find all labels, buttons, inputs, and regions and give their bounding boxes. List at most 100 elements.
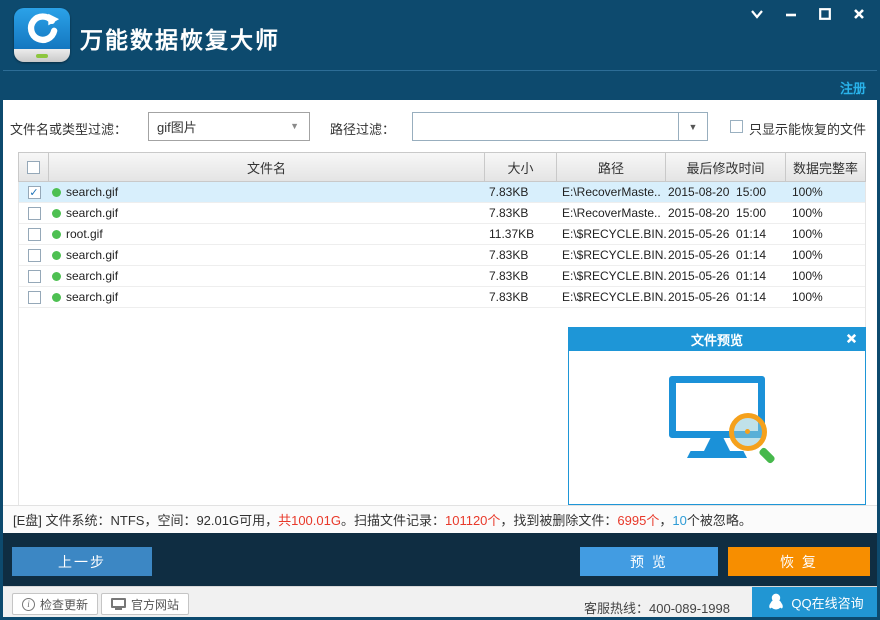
header-integrity[interactable]: 数据完整率 — [786, 153, 865, 181]
table-row[interactable]: search.gif7.83KBE:\RecoverMaste..2015-08… — [19, 203, 865, 224]
row-checkbox[interactable] — [28, 291, 41, 304]
status-segment: 。扫描文件记录： — [341, 513, 445, 528]
row-checkbox[interactable] — [28, 207, 41, 220]
path-filter-combobox: ▼ — [412, 112, 708, 141]
file-modified: 2015-08-20 15:00 — [668, 185, 766, 199]
window-controls — [746, 6, 870, 26]
minimize-button[interactable] — [780, 6, 802, 26]
file-path: E:\$RECYCLE.BIN.. — [562, 248, 666, 262]
status-bar: [E盘] 文件系统：NTFS，空间：92.01G可用，共100.01G。扫描文件… — [3, 505, 877, 533]
type-filter-select[interactable]: gif图片 ▼ — [148, 112, 310, 141]
status-segment: 6995个 — [617, 513, 659, 528]
title-bar: 万能数据恢复大师 — [0, 0, 880, 70]
file-integrity: 100% — [792, 269, 823, 283]
monitor-base — [687, 451, 747, 458]
file-integrity: 100% — [792, 227, 823, 241]
file-size: 7.83KB — [489, 248, 528, 262]
status-segment: 共100.01G — [278, 513, 341, 528]
status-segment: ，找到被删除文件： — [500, 513, 617, 528]
table-row[interactable]: search.gif7.83KBE:\$RECYCLE.BIN..2015-05… — [19, 287, 865, 308]
fold-button[interactable] — [746, 6, 768, 26]
dropdown-arrow-icon: ▼ — [689, 122, 698, 132]
refresh-arrow-icon — [24, 11, 60, 52]
file-name: search.gif — [66, 290, 118, 304]
file-size: 7.83KB — [489, 185, 528, 199]
file-name: search.gif — [66, 206, 118, 220]
recoverable-dot-icon — [52, 230, 61, 239]
status-segment: ， — [659, 513, 672, 528]
qq-consult-label: QQ在线咨询 — [791, 593, 863, 612]
preview-button[interactable]: 预 览 — [580, 547, 718, 576]
magnifier-handle — [758, 447, 776, 465]
recoverable-dot-icon — [52, 209, 61, 218]
window-border — [0, 0, 3, 620]
action-bar: 上一步 预 览 恢 复 — [3, 533, 877, 586]
maximize-icon — [818, 7, 832, 26]
app-logo-icon — [14, 8, 70, 62]
close-icon — [852, 7, 866, 26]
file-modified: 2015-05-26 01:14 — [668, 290, 766, 304]
table-row[interactable]: search.gif7.83KBE:\$RECYCLE.BIN..2015-05… — [19, 245, 865, 266]
table-header: 文件名 大小 路径 最后修改时间 数据完整率 — [18, 152, 866, 182]
row-checkbox[interactable] — [28, 228, 41, 241]
app-window: 万能数据恢复大师 — [0, 0, 880, 620]
path-filter-label: 路径过滤： — [330, 119, 395, 138]
close-button[interactable] — [848, 6, 870, 26]
path-filter-dropdown-button[interactable]: ▼ — [678, 113, 707, 140]
table-row[interactable]: search.gif7.83KBE:\$RECYCLE.BIN..2015-05… — [19, 266, 865, 287]
dropdown-arrow-icon: ▼ — [290, 121, 299, 131]
file-size: 11.37KB — [489, 227, 534, 241]
monitor-stand — [704, 438, 730, 451]
chevron-down-icon — [749, 7, 765, 26]
preview-close-button[interactable] — [843, 332, 859, 348]
header-size[interactable]: 大小 — [485, 153, 557, 181]
row-checkbox[interactable] — [28, 249, 41, 262]
only-recoverable-label: 只显示能恢复的文件 — [749, 119, 866, 138]
path-filter-input[interactable] — [413, 113, 678, 140]
check-update-button[interactable]: i 检查更新 — [12, 593, 98, 615]
file-modified: 2015-08-20 15:00 — [668, 206, 766, 220]
app-logo-led — [36, 54, 48, 58]
qq-penguin-icon — [768, 593, 784, 613]
recoverable-dot-icon — [52, 293, 61, 302]
file-size: 7.83KB — [489, 269, 528, 283]
register-link[interactable]: 注册 — [840, 78, 866, 97]
file-name: root.gif — [66, 227, 103, 241]
magnifier-dot — [745, 429, 750, 434]
row-checkbox[interactable] — [28, 186, 41, 199]
file-size: 7.83KB — [489, 206, 528, 220]
file-name: search.gif — [66, 185, 118, 199]
file-integrity: 100% — [792, 290, 823, 304]
file-path: E:\$RECYCLE.BIN.. — [562, 227, 666, 241]
monitor-icon — [111, 598, 126, 611]
header-file-name[interactable]: 文件名 — [49, 153, 485, 181]
recoverable-dot-icon — [52, 251, 61, 260]
back-button[interactable]: 上一步 — [12, 547, 152, 576]
file-modified: 2015-05-26 01:14 — [668, 248, 766, 262]
header-path[interactable]: 路径 — [557, 153, 666, 181]
file-integrity: 100% — [792, 206, 823, 220]
row-checkbox[interactable] — [28, 270, 41, 283]
footer-bar: i 检查更新 官方网站 QQ在线咨询 — [3, 586, 877, 617]
sub-header-bar — [0, 70, 880, 100]
official-site-label: 官方网站 — [131, 596, 179, 613]
table-row[interactable]: root.gif 11.37KB E:\$RECYCLE.BIN..2015-05-… — [19, 224, 865, 245]
file-modified: 2015-05-26 01:14 — [668, 227, 766, 241]
file-integrity: 100% — [792, 185, 823, 199]
status-segment: [E盘] 文件系统：NTFS，空间：92.01G可用， — [13, 513, 278, 528]
file-path: E:\RecoverMaste.. — [562, 185, 661, 199]
maximize-button[interactable] — [814, 6, 836, 26]
file-integrity: 100% — [792, 248, 823, 262]
close-icon — [845, 332, 858, 348]
official-site-button[interactable]: 官方网站 — [101, 593, 189, 615]
only-recoverable-checkbox[interactable] — [730, 120, 743, 133]
status-text: [E盘] 文件系统：NTFS，空间：92.01G可用，共100.01G。扫描文件… — [13, 510, 752, 529]
qq-consult-button[interactable]: QQ在线咨询 — [752, 587, 880, 618]
preview-panel-title: 文件预览 — [691, 330, 743, 349]
recover-button[interactable]: 恢 复 — [728, 547, 870, 576]
header-modified[interactable]: 最后修改时间 — [666, 153, 786, 181]
preview-panel-header: 文件预览 — [569, 328, 865, 351]
select-all-checkbox[interactable] — [27, 161, 40, 174]
table-row[interactable]: search.gif 7.83KB E:\RecoverMaste.. 2015-08… — [19, 182, 865, 203]
status-segment: 10 — [672, 513, 686, 528]
